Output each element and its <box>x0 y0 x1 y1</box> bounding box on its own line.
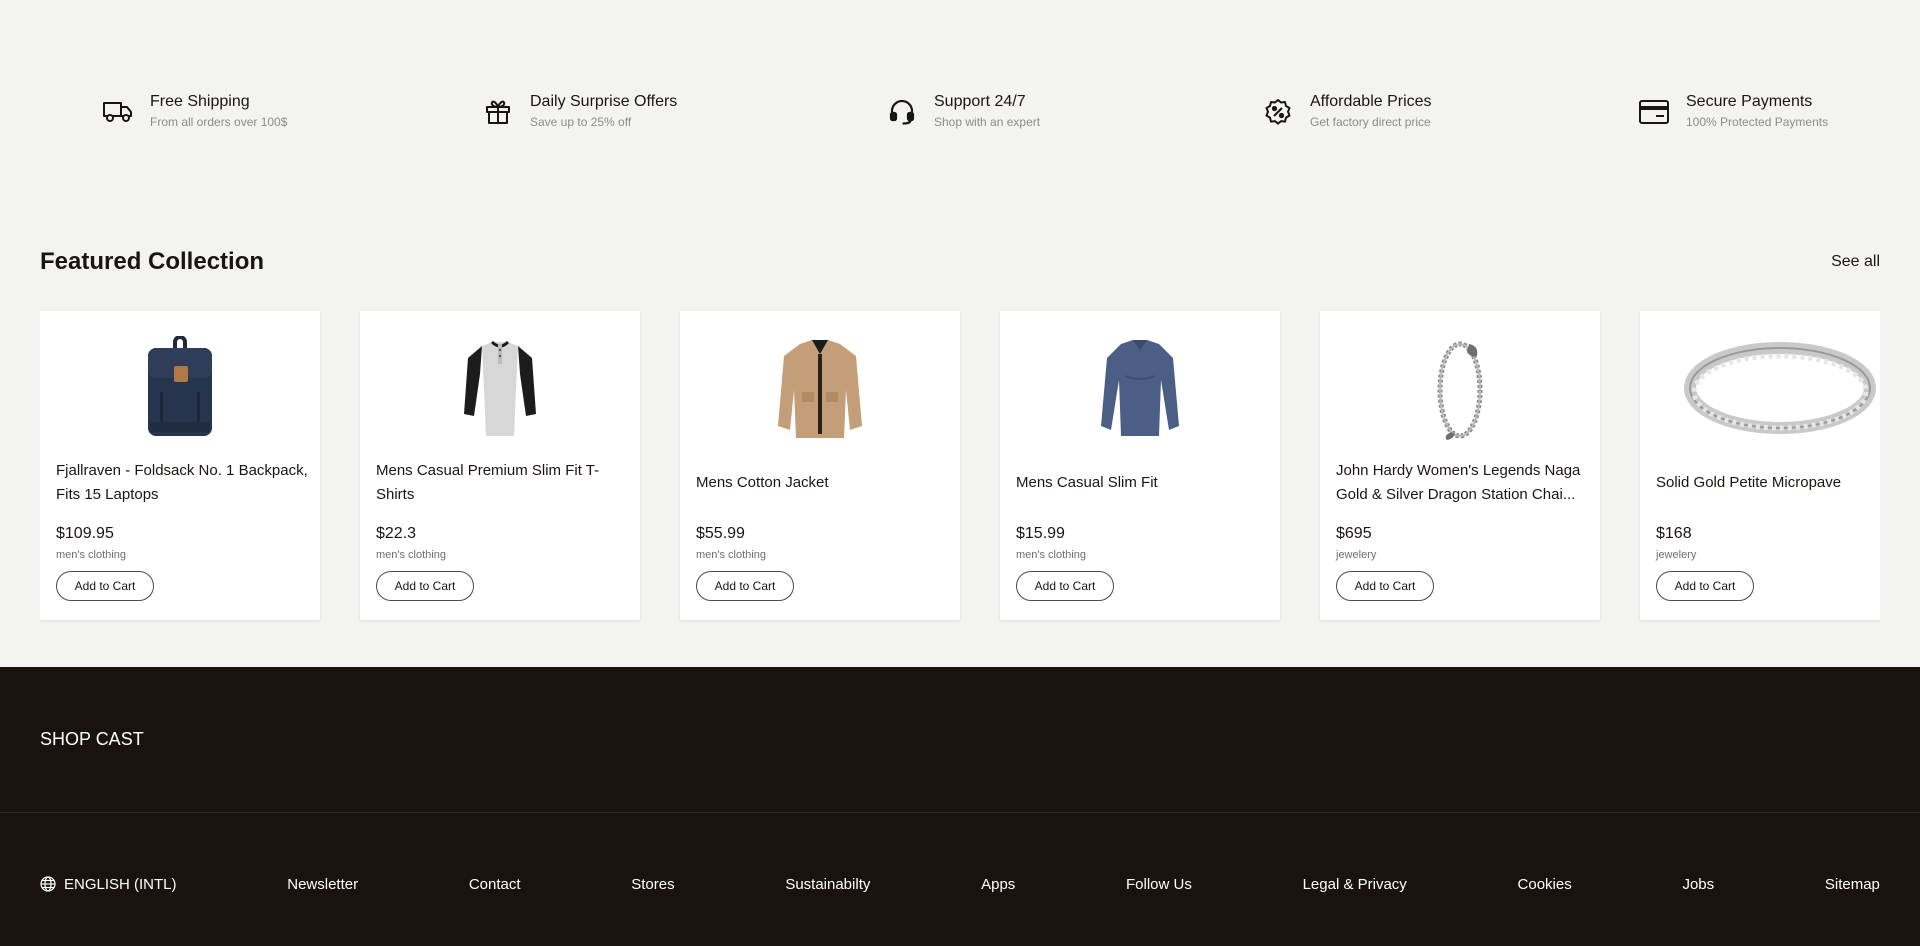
product-price: $55.99 <box>696 525 745 542</box>
credit-card-icon <box>1638 96 1670 128</box>
feature-subtitle: Get factory direct price <box>1310 115 1431 129</box>
feature-title: Free Shipping <box>150 93 250 110</box>
footer-link-apps[interactable]: Apps <box>981 876 1015 893</box>
product-card[interactable]: Fjallraven - Foldsack No. 1 Backpack, Fi… <box>40 311 320 620</box>
product-price: $15.99 <box>1016 525 1065 542</box>
footer-link-jobs[interactable]: Jobs <box>1682 876 1714 893</box>
footer-link-cookies[interactable]: Cookies <box>1518 876 1572 893</box>
product-category: men's clothing <box>376 549 446 561</box>
footer-link-newsletter[interactable]: Newsletter <box>287 876 358 893</box>
add-to-cart-button[interactable]: Add to Cart <box>696 571 794 601</box>
product-name[interactable]: Mens Casual Premium Slim Fit T-Shirts <box>376 459 628 507</box>
feature-title: Daily Surprise Offers <box>530 93 678 110</box>
feature-title: Secure Payments <box>1686 93 1813 110</box>
product-category: men's clothing <box>56 549 126 561</box>
truck-icon <box>102 96 134 128</box>
site-footer: SHOP CAST ENGLISH (INTL) Newsletter Cont… <box>0 667 1920 946</box>
product-name[interactable]: Solid Gold Petite Micropave <box>1656 459 1880 507</box>
product-name[interactable]: Fjallraven - Foldsack No. 1 Backpack, Fi… <box>56 459 308 507</box>
product-category: jewelery <box>1336 549 1377 561</box>
product-image-micropave-ring[interactable] <box>1640 333 1880 443</box>
feature-subtitle: Shop with an expert <box>934 115 1041 129</box>
feature-subtitle: Save up to 25% off <box>530 115 632 129</box>
footer-nav: ENGLISH (INTL) Newsletter Contact Stores… <box>40 872 1880 896</box>
add-to-cart-button[interactable]: Add to Cart <box>1016 571 1114 601</box>
add-to-cart-button[interactable]: Add to Cart <box>56 571 154 601</box>
section-title: Featured Collection <box>40 248 265 275</box>
product-price: $168 <box>1656 525 1692 542</box>
product-card[interactable]: Mens Casual Slim Fit $15.99 men's clothi… <box>1000 311 1280 620</box>
product-image-long-sleeve-shirt[interactable] <box>1000 333 1280 443</box>
feature-daily-offers: Daily Surprise Offers Save up to 25% off <box>482 92 677 129</box>
product-image-raglan-tshirt[interactable] <box>360 333 640 443</box>
product-price: $695 <box>1336 525 1372 542</box>
add-to-cart-button[interactable]: Add to Cart <box>1656 571 1754 601</box>
feature-subtitle: From all orders over 100$ <box>150 115 288 129</box>
features-strip: Free Shipping From all orders over 100$ … <box>0 0 1920 205</box>
footer-link-stores[interactable]: Stores <box>631 876 674 893</box>
add-to-cart-button[interactable]: Add to Cart <box>376 571 474 601</box>
feature-affordable-prices: Affordable Prices Get factory direct pri… <box>1262 92 1432 129</box>
product-card[interactable]: Mens Casual Premium Slim Fit T-Shirts $2… <box>360 311 640 620</box>
footer-link-sitemap[interactable]: Sitemap <box>1825 876 1880 893</box>
language-label: ENGLISH (INTL) <box>64 875 177 893</box>
product-card[interactable]: Mens Cotton Jacket $55.99 men's clothing… <box>680 311 960 620</box>
product-carousel[interactable]: Fjallraven - Foldsack No. 1 Backpack, Fi… <box>40 311 1880 623</box>
footer-link-follow-us[interactable]: Follow Us <box>1126 876 1192 893</box>
feature-secure-payments: Secure Payments 100% Protected Payments <box>1638 92 1828 129</box>
product-category: men's clothing <box>696 549 766 561</box>
footer-link-contact[interactable]: Contact <box>469 876 521 893</box>
product-image-cotton-jacket[interactable] <box>680 333 960 443</box>
add-to-cart-button[interactable]: Add to Cart <box>1336 571 1434 601</box>
footer-link-sustainability[interactable]: Sustainabilty <box>785 876 870 893</box>
feature-support: Support 24/7 Shop with an expert <box>886 92 1040 129</box>
footer-brand[interactable]: SHOP CAST <box>40 729 144 750</box>
product-card[interactable]: John Hardy Women's Legends Naga Gold & S… <box>1320 311 1600 620</box>
product-name[interactable]: John Hardy Women's Legends Naga Gold & S… <box>1336 459 1588 507</box>
footer-divider <box>0 812 1920 813</box>
product-price: $109.95 <box>56 525 114 542</box>
gift-icon <box>482 96 514 128</box>
see-all-link[interactable]: See all <box>1831 253 1880 271</box>
discount-badge-icon <box>1262 96 1294 128</box>
featured-collection-header: Featured Collection See all <box>40 244 1880 280</box>
product-category: jewelery <box>1656 549 1697 561</box>
headset-icon <box>886 96 918 128</box>
feature-subtitle: 100% Protected Payments <box>1686 115 1829 129</box>
feature-title: Affordable Prices <box>1310 93 1432 110</box>
product-card[interactable]: Solid Gold Petite Micropave $168 jeweler… <box>1640 311 1880 620</box>
product-name[interactable]: Mens Cotton Jacket <box>696 459 948 507</box>
product-name[interactable]: Mens Casual Slim Fit <box>1016 459 1268 507</box>
feature-title: Support 24/7 <box>934 93 1026 110</box>
product-category: men's clothing <box>1016 549 1086 561</box>
product-image-backpack[interactable] <box>40 333 320 443</box>
product-price: $22.3 <box>376 525 417 542</box>
globe-icon <box>40 876 56 892</box>
feature-free-shipping: Free Shipping From all orders over 100$ <box>102 92 287 129</box>
product-image-dragon-bracelet[interactable] <box>1320 333 1600 443</box>
footer-link-legal-privacy[interactable]: Legal & Privacy <box>1303 876 1407 893</box>
language-selector[interactable]: ENGLISH (INTL) <box>40 876 177 893</box>
